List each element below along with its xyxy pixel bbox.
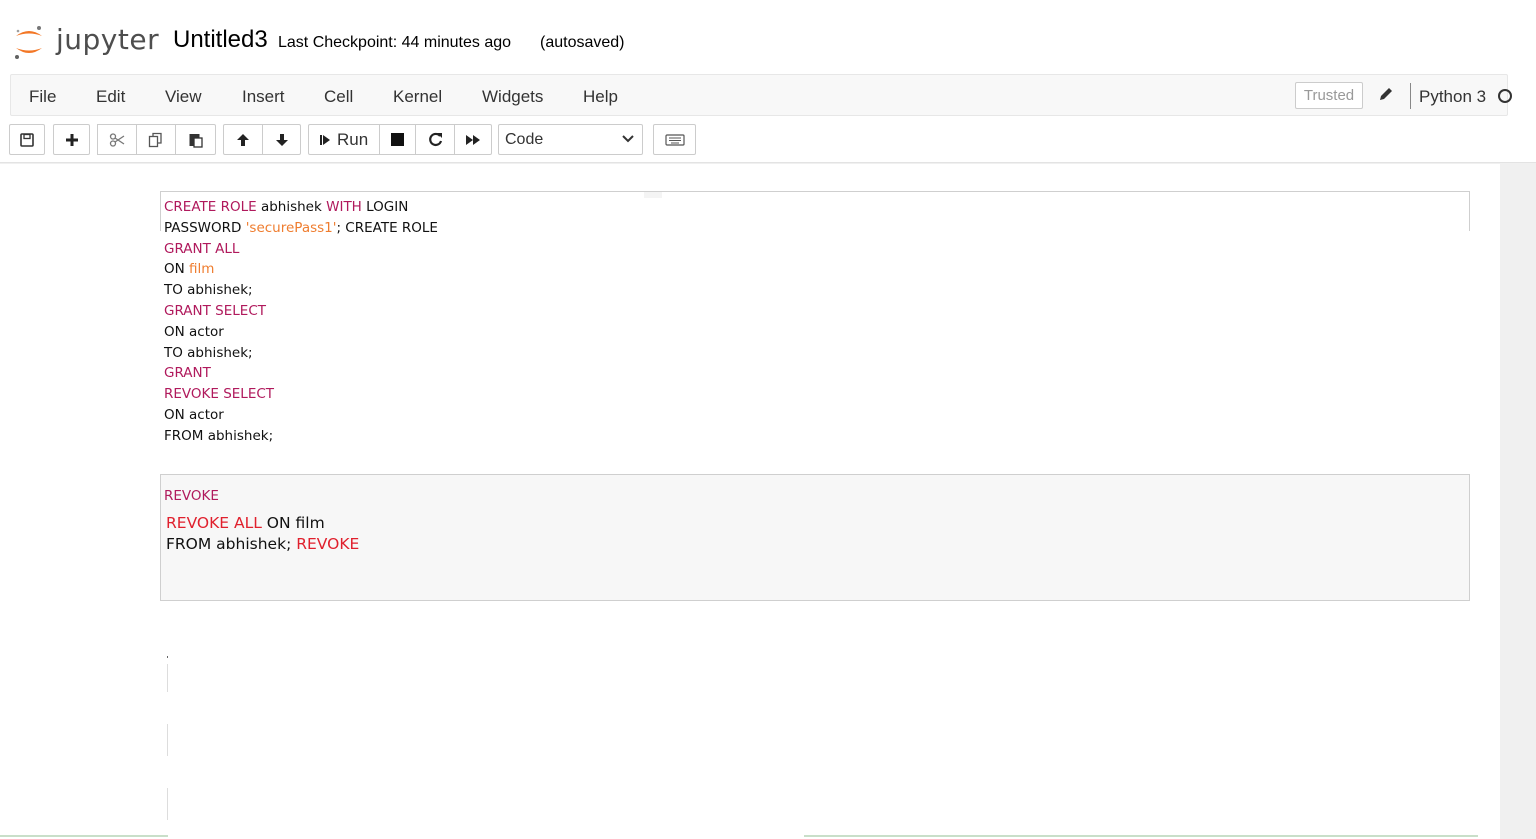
code-line: ON film: [164, 259, 438, 280]
autosave-status: (autosaved): [540, 34, 625, 51]
code-line: GRANT: [164, 363, 438, 384]
copy-icon: [148, 132, 162, 147]
code-line: PASSWORD 'securePass1'; CREATE ROLE: [164, 218, 438, 239]
code-line: GRANT ALL: [164, 239, 438, 260]
save-icon: [20, 132, 34, 147]
code-token: 'securePass1': [245, 219, 337, 236]
code-line: CREATE ROLE abhishek WITH LOGIN: [164, 197, 438, 218]
code-token: ON film: [261, 514, 325, 532]
vertical-guide: [167, 724, 168, 756]
restart-icon: [428, 132, 442, 147]
keyboard-icon: [664, 133, 685, 146]
interrupt-button[interactable]: [379, 124, 416, 155]
paste-icon: [189, 133, 203, 148]
run-icon: [320, 134, 330, 145]
code-line: REVOKE SELECT: [164, 384, 438, 405]
code-token: ON actor: [164, 323, 224, 340]
arrow-down-icon: [275, 133, 288, 146]
code-token: REVOKE: [296, 534, 360, 553]
code-token: CREATE ROLE: [164, 199, 257, 215]
notebook-name[interactable]: Untitled3: [173, 26, 268, 54]
menu-edit[interactable]: Edit: [96, 87, 125, 107]
code-line: FROM abhishek; REVOKE: [166, 533, 359, 554]
code-line: FROM abhishek;: [164, 426, 438, 447]
cell-1-source[interactable]: CREATE ROLE abhishek WITH LOGIN PASSWORD …: [164, 197, 438, 447]
cell-2-source[interactable]: REVOKE ALL ON film FROM abhishek; REVOKE: [166, 512, 359, 554]
code-token: ; CREATE ROLE: [336, 219, 438, 236]
code-line: GRANT SELECT: [164, 301, 438, 322]
plus-icon: [65, 133, 78, 146]
cell-type-value: Code: [505, 131, 544, 148]
cell-edge-marker: [644, 192, 662, 198]
insert-cell-button[interactable]: [53, 124, 90, 155]
code-token: LOGIN: [361, 199, 409, 215]
bottom-divider: [804, 835, 1478, 837]
code-token: REVOKE ALL: [166, 514, 262, 532]
menu-widgets[interactable]: Widgets: [482, 87, 543, 107]
code-token: GRANT SELECT: [164, 302, 266, 319]
menu-kernel[interactable]: Kernel: [393, 87, 442, 107]
scrollbar[interactable]: [1500, 164, 1536, 839]
code-line: TO abhishek;: [164, 343, 438, 364]
cursor-dot: [167, 656, 168, 658]
code-token: ON: [164, 261, 190, 278]
cell-type-select[interactable]: Code: [498, 124, 643, 155]
code-line: ON actor: [164, 405, 438, 426]
chevron-down-icon: [622, 135, 634, 143]
checkpoint-status: Last Checkpoint: 44 minutes ago: [278, 34, 512, 51]
menu-view[interactable]: View: [165, 87, 202, 107]
toolbar: Run Code: [0, 118, 1536, 162]
code-token: film: [189, 261, 215, 278]
restart-button[interactable]: [415, 124, 455, 155]
kernel-separator: [1410, 83, 1411, 109]
code-token: WITH: [326, 199, 362, 215]
run-button[interactable]: Run: [308, 124, 380, 155]
run-label: Run: [337, 129, 369, 149]
jupyter-logo[interactable]: jupyter: [12, 22, 159, 62]
fast-forward-icon: [466, 134, 480, 145]
move-up-button[interactable]: [223, 124, 263, 155]
move-down-button[interactable]: [262, 124, 301, 155]
code-token: TO abhishek;: [164, 344, 253, 361]
code-token: FROM abhishek;: [164, 427, 274, 444]
menu-insert[interactable]: Insert: [242, 87, 285, 107]
code-token: GRANT: [164, 365, 211, 382]
menu-help[interactable]: Help: [583, 87, 618, 107]
code-token: ON actor: [164, 406, 224, 423]
menu-file[interactable]: File: [29, 87, 56, 107]
code-token: FROM abhishek;: [166, 534, 297, 553]
cut-icon: [109, 132, 125, 147]
logo-text: jupyter: [56, 22, 160, 56]
pencil-icon[interactable]: [1378, 86, 1394, 102]
copy-button[interactable]: [136, 124, 176, 155]
code-token: REVOKE SELECT: [164, 386, 275, 403]
code-line: ON actor: [164, 322, 438, 343]
kernel-idle-indicator-icon: [1498, 89, 1512, 103]
code-token: abhishek: [256, 199, 327, 215]
stop-icon: [391, 133, 404, 146]
code-line: TO abhishek;: [164, 280, 438, 301]
trusted-indicator[interactable]: Trusted: [1295, 82, 1363, 109]
code-line: REVOKE ALL ON film: [166, 512, 359, 533]
notebook-header: jupyter Untitled3 Last Checkpoint: 44 mi…: [0, 0, 1536, 75]
vertical-guide: [167, 664, 168, 692]
code-token: PASSWORD: [164, 219, 246, 236]
command-palette-button[interactable]: [653, 124, 696, 155]
arrow-up-icon: [237, 133, 249, 146]
code-token: TO abhishek;: [164, 282, 253, 299]
menu-cell[interactable]: Cell: [324, 87, 353, 107]
restart-run-all-button[interactable]: [454, 124, 492, 155]
code-token: GRANT ALL: [164, 240, 240, 257]
cut-button[interactable]: [97, 124, 137, 155]
kernel-name[interactable]: Python 3: [1419, 87, 1486, 107]
jupyter-logo-icon: [15, 26, 42, 59]
bottom-divider: [0, 835, 168, 837]
vertical-guide: [167, 788, 168, 820]
paste-button[interactable]: [175, 124, 216, 155]
save-button[interactable]: [9, 124, 45, 155]
menubar: File Edit View Insert Cell Kernel Widget…: [10, 74, 1512, 116]
cell-2-heading: REVOKE: [164, 488, 219, 504]
